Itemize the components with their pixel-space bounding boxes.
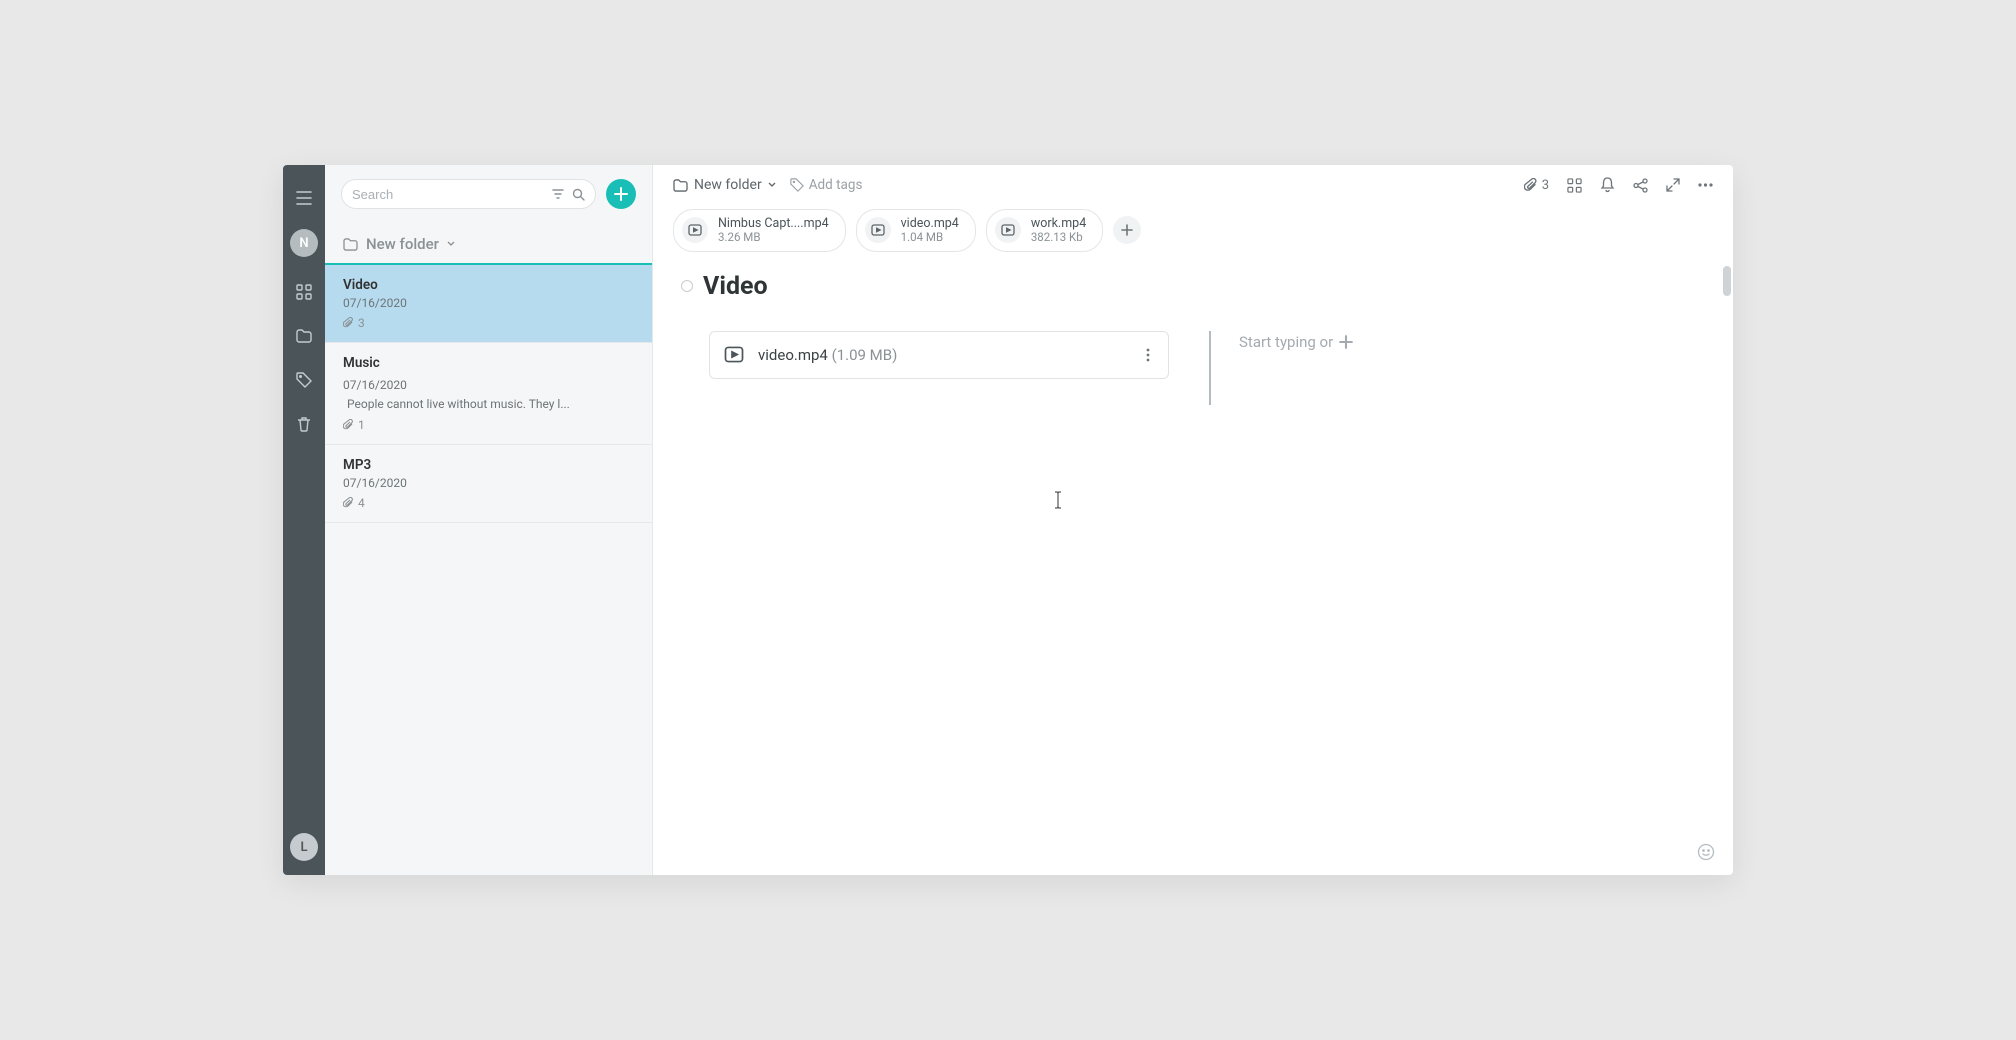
note-snippet: People cannot live without music. They l… bbox=[347, 397, 570, 411]
attachment-chip[interactable]: work.mp4 382.13 Kb bbox=[986, 209, 1103, 252]
attachments-count: 3 bbox=[1542, 178, 1549, 193]
note-date: 07/16/2020 bbox=[343, 378, 407, 392]
video-file-icon bbox=[995, 217, 1021, 243]
editor-area[interactable]: Video video.mp4 (1.09 MB) bbox=[653, 266, 1733, 875]
search-input[interactable] bbox=[352, 187, 552, 202]
add-attachment-button[interactable] bbox=[1113, 216, 1141, 244]
note-attachment-count: 3 bbox=[343, 316, 634, 330]
expand-icon[interactable] bbox=[1666, 178, 1680, 192]
note-item-mp3[interactable]: MP3 07/16/2020 4 bbox=[325, 445, 652, 523]
tag-icon[interactable] bbox=[291, 367, 317, 393]
chevron-down-icon bbox=[768, 182, 776, 188]
chevron-down-icon bbox=[447, 241, 455, 247]
content-columns: video.mp4 (1.09 MB) Start typing or bbox=[681, 331, 1705, 405]
chip-name: video.mp4 bbox=[901, 216, 959, 231]
search-box[interactable] bbox=[341, 179, 596, 209]
attachment-chips: Nimbus Capt....mp4 3.26 MB video.mp4 1.0… bbox=[653, 205, 1733, 266]
note-item-video[interactable]: Video 07/16/2020 3 bbox=[325, 265, 652, 343]
user-avatar[interactable]: L bbox=[290, 833, 318, 861]
share-icon[interactable] bbox=[1633, 178, 1648, 193]
video-file-icon bbox=[682, 217, 708, 243]
file-more-icon[interactable] bbox=[1142, 344, 1154, 366]
workspace-avatar[interactable]: N bbox=[290, 229, 318, 257]
bell-icon[interactable] bbox=[1600, 177, 1615, 193]
typing-column[interactable]: Start typing or bbox=[1209, 331, 1353, 405]
filter-icon[interactable] bbox=[552, 188, 564, 201]
search-row bbox=[325, 165, 652, 221]
file-block[interactable]: video.mp4 (1.09 MB) bbox=[709, 331, 1169, 379]
video-file-icon bbox=[724, 346, 744, 363]
chip-name: work.mp4 bbox=[1031, 216, 1086, 231]
note-date: 07/16/2020 bbox=[343, 296, 634, 310]
folder-header[interactable]: New folder bbox=[325, 221, 652, 265]
hamburger-menu-icon[interactable] bbox=[291, 185, 317, 211]
search-icon[interactable] bbox=[572, 188, 585, 201]
icon-rail: N L bbox=[283, 165, 325, 875]
note-attachment-count: 1 bbox=[343, 418, 634, 432]
attachment-chip[interactable]: video.mp4 1.04 MB bbox=[856, 209, 976, 252]
text-cursor-icon bbox=[1053, 491, 1054, 509]
note-date: 07/16/2020 bbox=[343, 476, 634, 490]
attachment-chip[interactable]: Nimbus Capt....mp4 3.26 MB bbox=[673, 209, 846, 252]
note-title: Music bbox=[343, 355, 634, 371]
apps-icon[interactable] bbox=[291, 279, 317, 305]
add-tags-label: Add tags bbox=[809, 177, 863, 193]
add-tags-button[interactable]: Add tags bbox=[790, 177, 863, 193]
note-attachment-count: 4 bbox=[343, 496, 634, 510]
page-title[interactable]: Video bbox=[703, 272, 768, 301]
note-title: MP3 bbox=[343, 457, 634, 473]
folder-header-label: New folder bbox=[366, 235, 439, 253]
video-file-icon bbox=[865, 217, 891, 243]
file-size: (1.09 MB) bbox=[832, 346, 898, 364]
emoji-button[interactable] bbox=[1697, 843, 1715, 861]
chip-name: Nimbus Capt....mp4 bbox=[718, 216, 829, 231]
grid-view-icon[interactable] bbox=[1567, 178, 1582, 193]
add-note-button[interactable] bbox=[606, 179, 636, 209]
note-list-panel: New folder Video 07/16/2020 3 Music 07/1… bbox=[325, 165, 653, 875]
trash-icon[interactable] bbox=[291, 411, 317, 437]
topbar: New folder Add tags 3 bbox=[653, 165, 1733, 205]
plus-icon[interactable] bbox=[1339, 335, 1353, 349]
note-list: Video 07/16/2020 3 Music 07/16/2020 Peop… bbox=[325, 265, 652, 875]
scrollbar[interactable] bbox=[1723, 266, 1731, 296]
note-title: Video bbox=[343, 277, 634, 293]
note-item-music[interactable]: Music 07/16/2020 People cannot live with… bbox=[325, 343, 652, 445]
attachments-button[interactable]: 3 bbox=[1524, 178, 1549, 193]
title-row: Video bbox=[681, 272, 1705, 301]
chip-size: 1.04 MB bbox=[901, 231, 959, 245]
chip-size: 3.26 MB bbox=[718, 231, 829, 245]
app-window: N L bbox=[283, 165, 1733, 875]
title-bullet-icon bbox=[681, 280, 693, 292]
chip-size: 382.13 Kb bbox=[1031, 231, 1086, 245]
more-icon[interactable] bbox=[1698, 183, 1713, 187]
file-name: video.mp4 (1.09 MB) bbox=[758, 346, 897, 364]
main-panel: New folder Add tags 3 bbox=[653, 165, 1733, 875]
folder-icon[interactable] bbox=[291, 323, 317, 349]
typing-placeholder: Start typing or bbox=[1239, 333, 1353, 351]
breadcrumb-folder: New folder bbox=[694, 177, 762, 193]
topbar-actions: 3 bbox=[1524, 177, 1713, 193]
breadcrumb[interactable]: New folder bbox=[673, 177, 776, 193]
